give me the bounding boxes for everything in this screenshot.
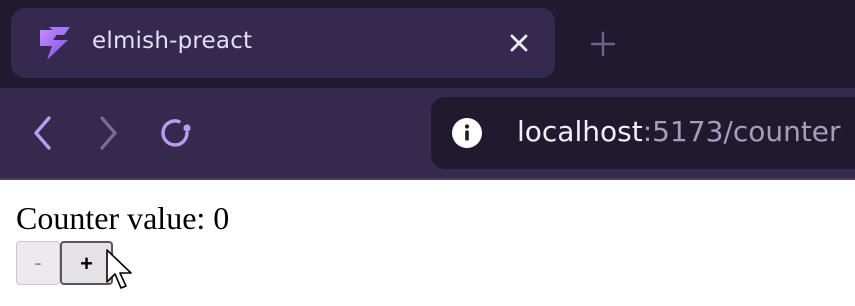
mouse-cursor-icon	[106, 249, 132, 289]
url-path: :5173/counter	[642, 115, 841, 148]
reload-icon[interactable]	[156, 113, 196, 153]
decrement-button[interactable]: -	[16, 241, 60, 285]
url-host: localhost	[517, 115, 643, 148]
chevron-right-icon[interactable]	[89, 113, 129, 153]
active-tab[interactable]: elmish-preact	[11, 8, 555, 78]
tab-title: elmish-preact	[92, 28, 253, 54]
chevron-left-icon[interactable]	[24, 113, 64, 153]
tab-strip: elmish-preact	[0, 0, 855, 88]
vite-bolt-icon	[40, 27, 70, 60]
close-icon[interactable]	[507, 31, 531, 55]
url-text: localhost:5173/counter	[517, 115, 841, 148]
plus-icon[interactable]	[589, 30, 617, 58]
info-icon[interactable]	[452, 118, 482, 148]
counter-value-label: Counter value: 0	[16, 200, 230, 236]
address-bar[interactable]: localhost:5173/counter	[431, 97, 855, 169]
